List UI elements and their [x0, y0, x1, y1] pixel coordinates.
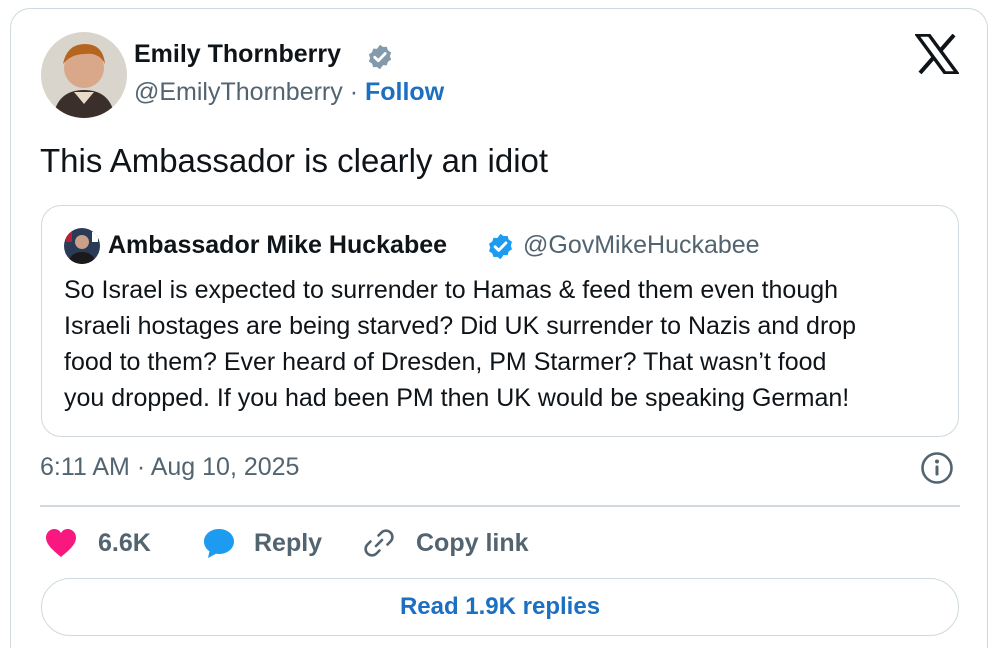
- like-button[interactable]: 6.6K: [44, 523, 151, 563]
- x-logo-icon[interactable]: [913, 33, 961, 75]
- quoted-tweet-text: So Israel is expected to surrender to Ha…: [64, 276, 857, 412]
- verified-badge-icon: [486, 232, 515, 261]
- tweet-timestamp[interactable]: 6:11 AM · Aug 10, 2025: [40, 453, 299, 482]
- heart-icon: [44, 527, 78, 559]
- like-count: 6.6K: [98, 528, 151, 557]
- info-icon[interactable]: [920, 451, 954, 485]
- copy-link-button[interactable]: Copy link: [362, 523, 529, 563]
- link-icon: [362, 526, 396, 560]
- quoted-author-handle[interactable]: @GovMikeHuckabee: [523, 231, 760, 260]
- reply-label: Reply: [254, 528, 323, 557]
- copy-link-label: Copy link: [416, 528, 529, 557]
- verified-badge-icon: [366, 43, 394, 71]
- author-name[interactable]: Emily Thornberry: [134, 40, 341, 69]
- quoted-author-name[interactable]: Ambassador Mike Huckabee: [108, 231, 447, 260]
- divider: [40, 505, 960, 507]
- quoted-tweet[interactable]: Ambassador Mike Huckabee @GovMikeHuckabe…: [41, 205, 959, 437]
- author-handle[interactable]: @EmilyThornberry: [134, 78, 343, 106]
- quoted-author-avatar[interactable]: [64, 228, 100, 264]
- reply-bubble-icon: [202, 527, 236, 559]
- separator-dot: ·: [349, 78, 359, 106]
- read-replies-button[interactable]: Read 1.9K replies: [41, 578, 959, 636]
- tweet-text: This Ambassador is clearly an idiot: [40, 142, 549, 179]
- reply-button[interactable]: Reply: [202, 523, 322, 563]
- author-handle-line: @EmilyThornberry · Follow: [134, 78, 444, 107]
- author-avatar[interactable]: [41, 32, 127, 118]
- follow-link[interactable]: Follow: [365, 78, 444, 106]
